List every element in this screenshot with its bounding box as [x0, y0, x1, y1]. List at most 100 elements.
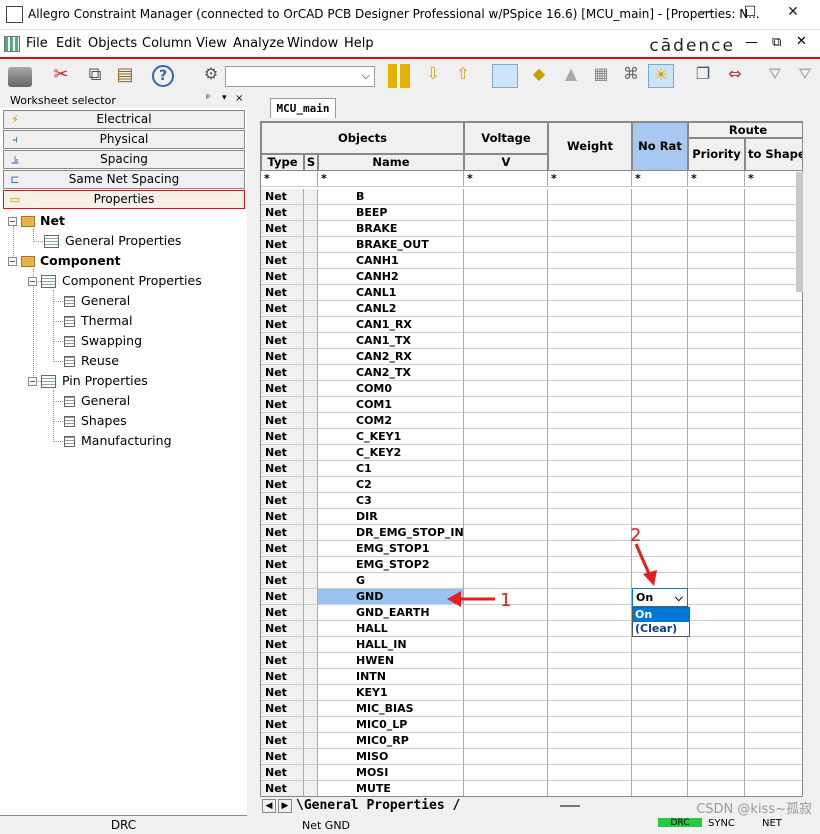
cell-priority[interactable]	[688, 413, 745, 429]
sun-icon[interactable]: ☀	[648, 64, 674, 88]
cell-priority[interactable]	[688, 589, 745, 605]
cell-voltage[interactable]	[464, 717, 548, 733]
cell-weight[interactable]	[548, 653, 632, 669]
windows-icon[interactable]: ❐	[690, 64, 716, 88]
cell-voltage[interactable]	[464, 317, 548, 333]
cell-norat[interactable]	[632, 189, 688, 205]
filter-priority[interactable]: *	[688, 171, 745, 187]
cell-norat[interactable]	[632, 733, 688, 749]
cell-voltage[interactable]	[464, 429, 548, 445]
bar-chart-icon[interactable]	[388, 64, 410, 88]
cell-norat[interactable]	[632, 749, 688, 765]
cell-voltage[interactable]	[464, 669, 548, 685]
cell-norat[interactable]	[632, 637, 688, 653]
cell-toshape[interactable]	[745, 365, 802, 381]
cell-priority[interactable]	[688, 733, 745, 749]
cell-voltage[interactable]	[464, 445, 548, 461]
close-icon[interactable]: ×	[235, 93, 243, 104]
option-clear[interactable]: (Clear)	[633, 622, 689, 636]
cell-toshape[interactable]	[745, 605, 802, 621]
cell-voltage[interactable]	[464, 733, 548, 749]
cell-norat[interactable]	[632, 461, 688, 477]
cell-name[interactable]: MIC_BIAS	[318, 701, 464, 717]
cell-toshape[interactable]	[745, 717, 802, 733]
cell-voltage[interactable]	[464, 765, 548, 781]
filter-to-shape[interactable]: *	[745, 171, 802, 187]
funnel-icon[interactable]: ⛛	[762, 64, 788, 88]
cell-weight[interactable]	[548, 605, 632, 621]
header-priority[interactable]: Priority	[688, 138, 745, 171]
cell-weight[interactable]	[548, 205, 632, 221]
tree-pin-general[interactable]: General	[64, 393, 130, 408]
cell-weight[interactable]	[548, 701, 632, 717]
funnel-clear-icon[interactable]: ⛛	[792, 64, 818, 88]
cell-weight[interactable]	[548, 637, 632, 653]
cell-weight[interactable]	[548, 365, 632, 381]
filter-no-rat[interactable]: *	[632, 171, 688, 187]
cell-priority[interactable]	[688, 637, 745, 653]
cell-norat[interactable]	[632, 781, 688, 796]
cell-name[interactable]: GND	[318, 589, 464, 605]
cell-priority[interactable]	[688, 669, 745, 685]
network-icon[interactable]: ⌘	[618, 64, 644, 88]
cell-voltage[interactable]	[464, 653, 548, 669]
cell-name[interactable]: EMG_STOP1	[318, 541, 464, 557]
cell-name[interactable]: DR_EMG_STOP_IN	[318, 525, 464, 541]
cell-voltage[interactable]	[464, 381, 548, 397]
cell-norat[interactable]	[632, 221, 688, 237]
cell-norat[interactable]	[632, 317, 688, 333]
menu-objects[interactable]: Objects	[88, 36, 137, 51]
tree-pin-shapes[interactable]: Shapes	[64, 413, 127, 428]
cell-voltage[interactable]	[464, 397, 548, 413]
cell-voltage[interactable]	[464, 349, 548, 365]
tag-icon[interactable]: ◆	[526, 64, 552, 88]
cell-priority[interactable]	[688, 381, 745, 397]
cell-toshape[interactable]	[745, 397, 802, 413]
cell-priority[interactable]	[688, 349, 745, 365]
cell-voltage[interactable]	[464, 461, 548, 477]
cell-weight[interactable]	[548, 349, 632, 365]
cell-norat[interactable]	[632, 301, 688, 317]
cell-weight[interactable]	[548, 621, 632, 637]
cell-voltage[interactable]	[464, 205, 548, 221]
cell-toshape[interactable]	[745, 445, 802, 461]
menu-help[interactable]: Help	[344, 36, 374, 51]
cell-voltage[interactable]	[464, 221, 548, 237]
cell-name[interactable]: BRAKE	[318, 221, 464, 237]
cell-weight[interactable]	[548, 685, 632, 701]
header-to-shape[interactable]: to Shape	[745, 138, 802, 171]
cell-weight[interactable]	[548, 717, 632, 733]
cell-weight[interactable]	[548, 749, 632, 765]
cell-norat[interactable]	[632, 493, 688, 509]
filter-tool-icon[interactable]: ⚙	[198, 64, 224, 88]
cell-toshape[interactable]	[745, 573, 802, 589]
cell-name[interactable]: CAN1_RX	[318, 317, 464, 333]
tree-component-reuse[interactable]: Reuse	[64, 353, 119, 368]
cell-norat[interactable]	[632, 253, 688, 269]
cell-voltage[interactable]	[464, 541, 548, 557]
tree-pin-properties[interactable]: − Pin Properties	[28, 373, 148, 388]
cell-norat[interactable]	[632, 205, 688, 221]
cell-priority[interactable]	[688, 541, 745, 557]
cell-name[interactable]: MISO	[318, 749, 464, 765]
cell-toshape[interactable]	[745, 733, 802, 749]
cell-name[interactable]: KEY1	[318, 685, 464, 701]
cell-norat[interactable]	[632, 445, 688, 461]
cell-name[interactable]: INTN	[318, 669, 464, 685]
cell-voltage[interactable]	[464, 509, 548, 525]
collapse-icon[interactable]: −	[28, 377, 37, 386]
cell-name[interactable]: C2	[318, 477, 464, 493]
cell-toshape[interactable]	[745, 637, 802, 653]
cell-weight[interactable]	[548, 413, 632, 429]
cell-voltage[interactable]	[464, 285, 548, 301]
tree-net[interactable]: − Net	[8, 213, 65, 228]
cell-weight[interactable]	[548, 301, 632, 317]
cell-name[interactable]: CANL2	[318, 301, 464, 317]
cell-toshape[interactable]	[745, 509, 802, 525]
tree-pin-manufacturing[interactable]: Manufacturing	[64, 433, 172, 448]
cell-norat[interactable]	[632, 509, 688, 525]
cell-voltage[interactable]	[464, 413, 548, 429]
cell-name[interactable]: COM1	[318, 397, 464, 413]
cell-voltage[interactable]	[464, 493, 548, 509]
cell-name[interactable]: HWEN	[318, 653, 464, 669]
